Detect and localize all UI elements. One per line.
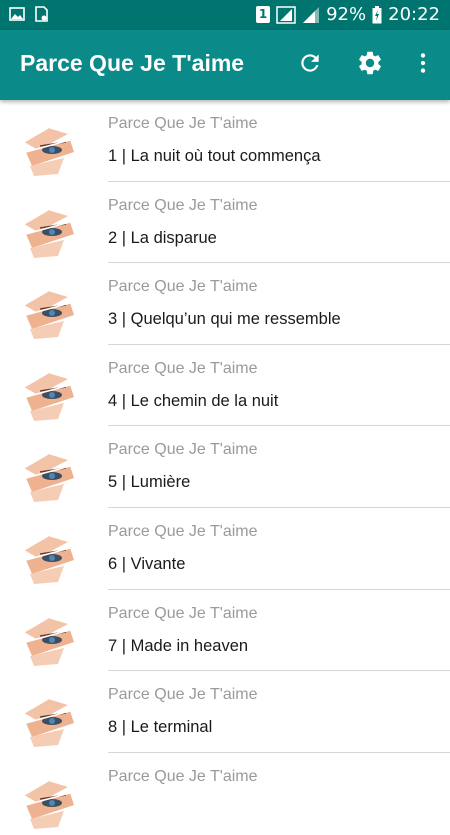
notification-icons (9, 6, 49, 22)
list-item-title: 3 | Quelqu’un qui me ressemble (108, 310, 341, 329)
list-item-title: 5 | Lumière (108, 473, 191, 492)
app-title: Parce Que Je T'aime (20, 50, 245, 76)
settings-icon (356, 49, 384, 81)
list-item[interactable]: Parce Que Je T'aime 3 | Quelqu’un qui me… (0, 263, 450, 345)
list-item-subtitle: Parce Que Je T'aime (108, 359, 258, 377)
image-icon (9, 6, 25, 22)
app-bar: Parce Que Je T'aime (0, 30, 450, 100)
status-bar: 1 92% 20:22 (0, 0, 450, 30)
list-item-subtitle: Parce Que Je T'aime (108, 604, 258, 622)
eye-thumbnail-icon (18, 285, 80, 341)
list-item-subtitle: Parce Que Je T'aime (108, 196, 258, 214)
list-item[interactable]: Parce Que Je T'aime 6 | Vivante (0, 508, 450, 590)
list-item-title: 6 | Vivante (108, 554, 186, 573)
list-item-title: 4 | Le chemin de la nuit (108, 391, 279, 410)
eye-thumbnail-icon (18, 122, 80, 178)
sim-icon: 1 (256, 6, 271, 23)
settings-button[interactable] (355, 50, 385, 80)
list-item-subtitle: Parce Que Je T'aime (108, 767, 258, 785)
signal-strength-icon (302, 6, 320, 24)
chapter-list: Parce Que Je T'aime 1 | La nuit où tout … (0, 100, 450, 834)
sd-card-icon (33, 6, 49, 22)
eye-thumbnail-icon (18, 693, 80, 749)
battery-text: 92% (326, 4, 367, 25)
refresh-icon (297, 50, 323, 80)
eye-thumbnail-icon (18, 448, 80, 504)
list-item-title: 8 | Le terminal (108, 718, 213, 737)
list-item[interactable]: Parce Que Je T'aime (0, 753, 450, 835)
list-item[interactable]: Parce Que Je T'aime 5 | Lumière (0, 426, 450, 508)
list-item-subtitle: Parce Que Je T'aime (108, 686, 258, 704)
more-vert-icon (410, 50, 436, 80)
eye-thumbnail-icon (18, 204, 80, 260)
list-item[interactable]: Parce Que Je T'aime 1 | La nuit où tout … (0, 100, 450, 182)
list-item-title: 7 | Made in heaven (108, 636, 249, 655)
list-item[interactable]: Parce Que Je T'aime 8 | Le terminal (0, 671, 450, 753)
clock: 20:22 (388, 4, 440, 25)
list-item-title: 1 | La nuit où tout commença (108, 147, 321, 165)
eye-thumbnail-icon (18, 775, 80, 831)
eye-thumbnail-icon (18, 612, 80, 668)
eye-thumbnail-icon (18, 367, 80, 423)
battery-icon (372, 5, 382, 24)
list-item-subtitle: Parce Que Je T'aime (108, 115, 258, 132)
list-item-subtitle: Parce Que Je T'aime (108, 278, 258, 296)
refresh-button[interactable] (295, 50, 325, 80)
signal-icon (276, 5, 296, 24)
more-options-button[interactable] (408, 50, 438, 80)
list-item-subtitle: Parce Que Je T'aime (108, 441, 258, 459)
system-icons: 1 92% 20:22 (256, 4, 440, 25)
eye-thumbnail-icon (18, 530, 80, 586)
list-item[interactable]: Parce Que Je T'aime 4 | Le chemin de la … (0, 345, 450, 427)
list-item-title: 2 | La disparue (108, 228, 217, 247)
list-item-subtitle: Parce Que Je T'aime (108, 522, 258, 540)
list-item[interactable]: Parce Que Je T'aime 7 | Made in heaven (0, 590, 450, 672)
list-item[interactable]: Parce Que Je T'aime 2 | La disparue (0, 182, 450, 264)
